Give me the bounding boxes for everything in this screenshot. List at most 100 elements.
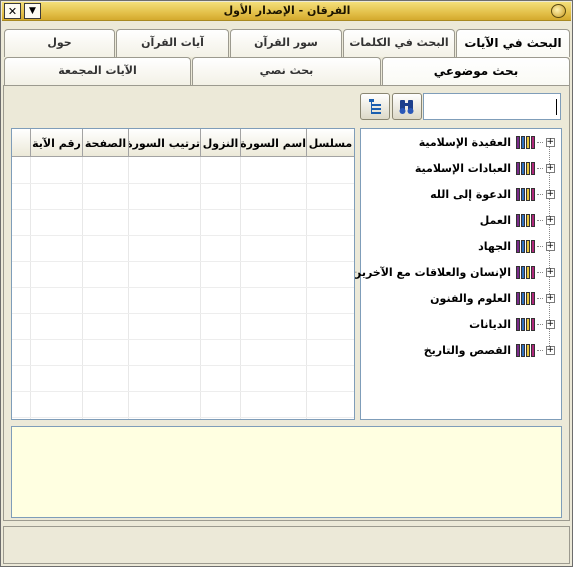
tree-item[interactable]: + القصص والتاريخ [365,341,555,359]
tree-item-label: العلوم والفنون [430,291,511,305]
tree-connector [537,349,543,351]
close-icon: ✕ [7,4,18,18]
expand-icon[interactable]: + [546,215,555,225]
tab-label: آيات القرآن [141,36,204,49]
column-header-verse-number[interactable]: رقم الآية [30,129,82,157]
grid-column-line [82,157,83,419]
tree-view-button[interactable] [360,93,390,120]
tab-text-search[interactable]: بحث نصي [192,57,381,85]
column-header-serial[interactable]: مسلسل [306,129,354,157]
tree-item-label: العمل [479,213,511,227]
books-icon [516,161,535,175]
tree-item-label: العبادات الإسلامية [414,161,511,175]
expand-icon[interactable]: + [546,319,555,329]
minimize-icon: ▼ [29,5,36,16]
tab-label: سور القرآن [254,36,318,49]
results-grid[interactable]: مسلسل اسم السورة النزول ترتيب السورة الص… [11,128,355,420]
tree-connector [537,271,543,273]
tab-label: بحث موضوعي [433,64,519,78]
grid-header: مسلسل اسم السورة النزول ترتيب السورة الص… [12,129,354,157]
grid-row-line [12,313,354,314]
tree-item[interactable]: + الجهاد [365,237,555,255]
column-header-revelation[interactable]: النزول [200,129,240,157]
grid-row-line [12,235,354,236]
tree-item[interactable]: + العبادات الإسلامية [365,159,555,177]
tree-item[interactable]: + الإنسان والعلاقات مع الآخرين [352,263,555,281]
window-title: الفرقان - الإصدار الأول [223,4,351,17]
tab-label: حول [47,36,72,49]
tree-item-label: القصص والتاريخ [423,343,511,357]
tab-label: البحث في الكلمات [349,36,449,49]
tab-label: الآيات المجمعة [58,64,137,77]
expand-icon[interactable]: + [546,293,555,303]
search-button[interactable] [392,93,422,120]
grid-row-line [12,183,354,184]
expand-icon[interactable]: + [546,189,555,199]
tree-item[interactable]: + الدعوة إلى الله [365,185,555,203]
grid-row-line [12,417,354,418]
tree-view-icon [369,99,381,114]
minimize-button[interactable]: ▼ [24,3,41,19]
tree-item-label: الدعوة إلى الله [430,187,511,201]
tree-connector [537,297,543,299]
text-caret [556,99,557,115]
tree-item[interactable]: + العلوم والفنون [365,289,555,307]
column-header-surah-name[interactable]: اسم السورة [240,129,306,157]
app-window: ✕ ▼ الفرقان - الإصدار الأول حول آيات الق… [0,0,573,567]
grid-row-line [12,261,354,262]
books-icon [516,239,535,253]
column-header-page[interactable]: الصفحة [82,129,128,157]
grid-row-line [12,339,354,340]
books-icon [516,213,535,227]
status-bar [3,526,570,564]
title-bar[interactable]: ✕ ▼ الفرقان - الإصدار الأول [2,2,571,21]
expand-icon[interactable]: + [546,241,555,251]
expand-icon[interactable]: + [546,267,555,277]
grid-row-line [12,287,354,288]
app-logo-icon [551,4,566,18]
tree-connector [537,167,543,169]
tab-label: بحث نصي [259,64,314,77]
tree-connector [537,323,543,325]
search-input[interactable] [423,93,561,120]
tab-label: البحث في الآيات [464,36,562,50]
grid-row-line [12,209,354,210]
tree-item[interactable]: + العقيدة الإسلامية [365,133,555,151]
topic-tree[interactable]: + العقيدة الإسلامية + العبادات الإسلامية + ال… [352,128,562,420]
books-icon [516,265,535,279]
tree-item[interactable]: + العمل [365,211,555,229]
tab-quran-verses[interactable]: آيات القرآن [116,29,229,57]
tree-connector [537,193,543,195]
books-icon [516,317,535,331]
tree-connector [537,141,543,143]
books-icon [516,187,535,201]
grid-row-line [12,391,354,392]
books-icon [516,291,535,305]
grid-column-line [306,157,307,419]
tab-quran-surahs[interactable]: سور القرآن [230,29,342,57]
expand-icon[interactable]: + [546,137,555,147]
grid-row-line [12,365,354,366]
expand-icon[interactable]: + [546,163,555,173]
binoculars-icon [399,100,414,114]
close-button[interactable]: ✕ [4,3,21,19]
grid-column-line [30,157,31,419]
tab-search-words[interactable]: البحث في الكلمات [343,29,455,57]
tree-connector [537,245,543,247]
expand-icon[interactable]: + [546,345,555,355]
tree-item-label: الديانات [469,317,511,331]
tree-connector [537,219,543,221]
tab-topic-search[interactable]: بحث موضوعي [382,57,570,85]
verse-details-area[interactable] [11,426,562,518]
tab-about[interactable]: حول [4,29,115,57]
grid-column-line [200,157,201,419]
tree-item-label: الجهاد [478,239,511,253]
books-icon [516,343,535,357]
column-header-surah-order[interactable]: ترتيب السورة [128,129,200,157]
tab-collected-verses[interactable]: الآيات المجمعة [4,57,191,85]
tab-search-verses[interactable]: البحث في الآيات [456,29,570,57]
books-icon [516,135,535,149]
column-header-blank [12,129,30,157]
tree-item-label: الإنسان والعلاقات مع الآخرين [351,265,511,279]
tree-item[interactable]: + الديانات [365,315,555,333]
